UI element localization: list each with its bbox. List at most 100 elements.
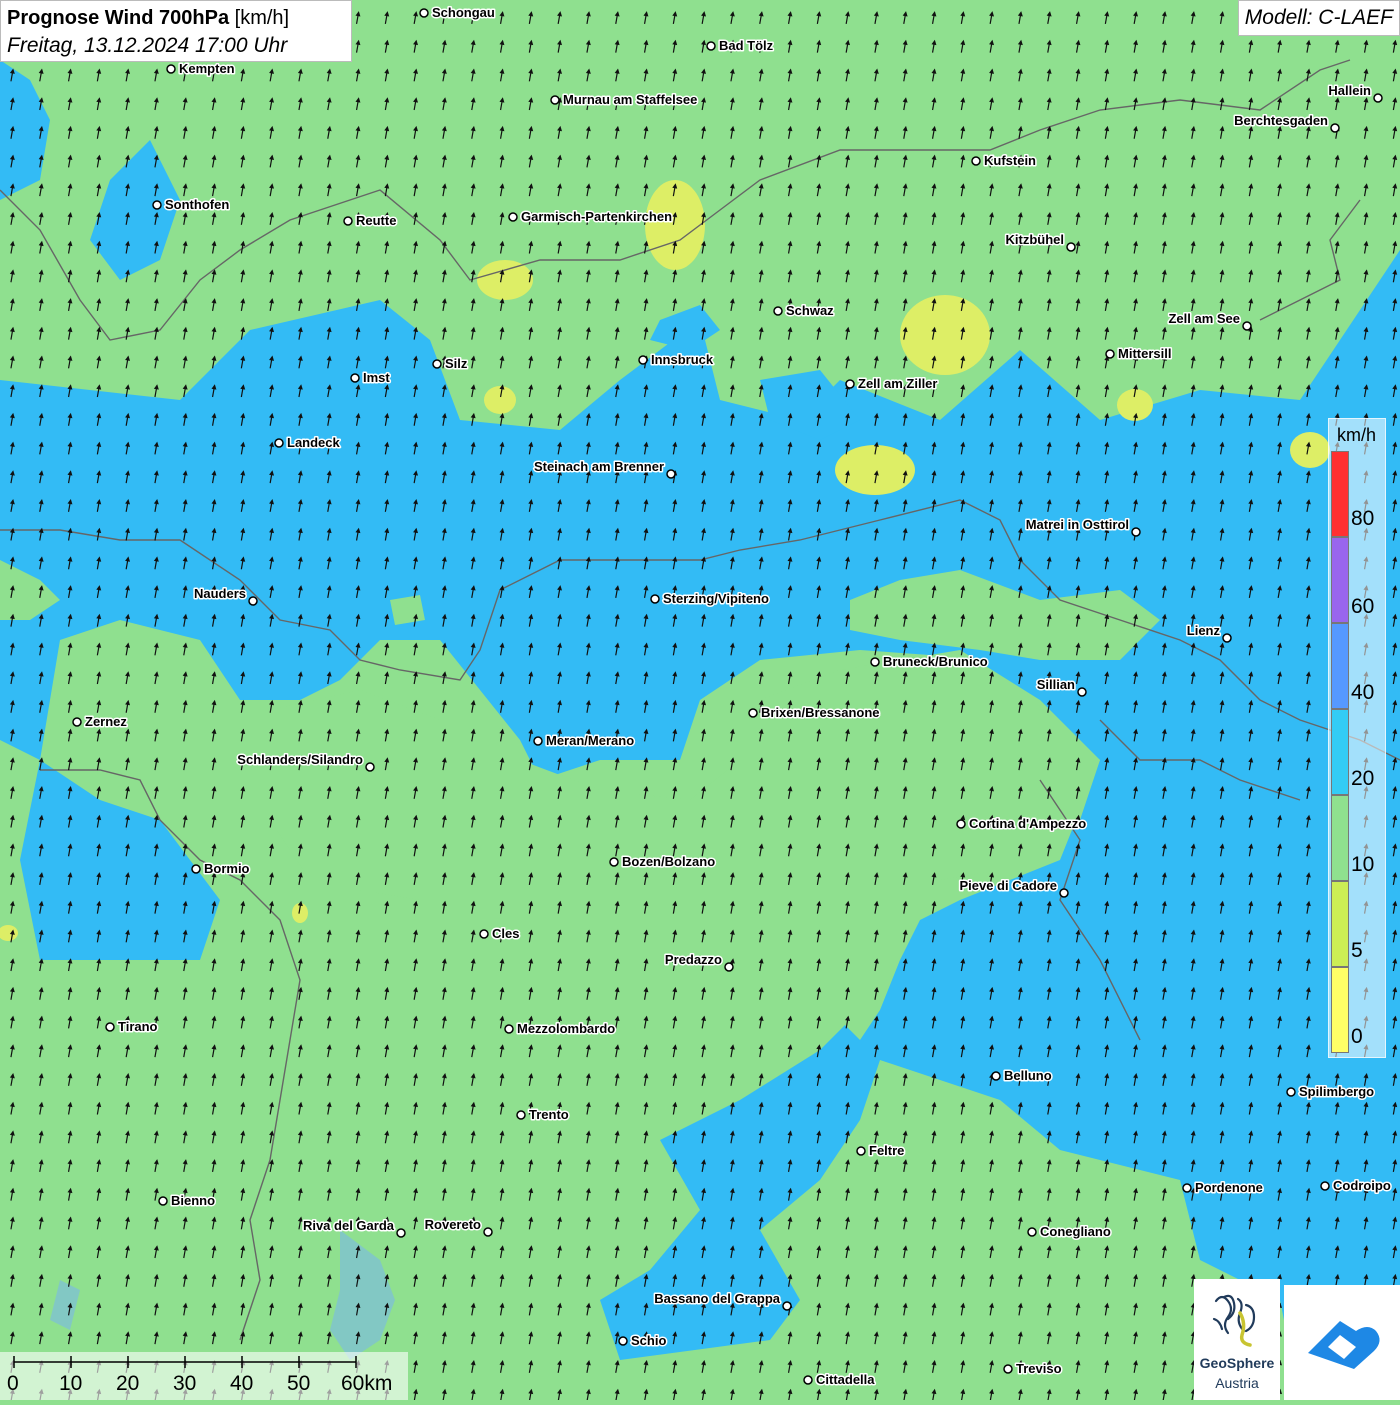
city-marker-icon	[1222, 633, 1232, 643]
legend-tick-5: 5	[1351, 939, 1363, 962]
city-marker-icon	[508, 212, 518, 222]
wind-map: Schongau Bad Tölz Kempten Murnau am Staffel…	[0, 0, 1400, 1400]
city-marker-icon	[504, 1024, 514, 1034]
scale-label-40: 40	[230, 1372, 254, 1395]
city-marker-icon	[1330, 123, 1340, 133]
city-marker-icon	[419, 8, 429, 18]
city-label: Feltre	[869, 1143, 904, 1158]
city-label: Steinach am Brenner	[534, 459, 664, 474]
city-label: Schio	[631, 1333, 666, 1348]
city-marker-icon	[666, 469, 676, 479]
geosphere-name: GeoSphere	[1199, 1355, 1275, 1371]
city-label: Kempten	[179, 61, 235, 76]
city-label: Kitzbühel	[1006, 232, 1065, 247]
legend-segment-40	[1331, 623, 1349, 709]
map-title-bold: Prognose Wind 700hPa	[7, 7, 230, 29]
legend-tick-40: 40	[1351, 681, 1375, 704]
city-marker-icon	[971, 156, 981, 166]
map-title: Prognose Wind 700hPa [km/h]	[7, 4, 345, 32]
city-marker-icon	[856, 1146, 866, 1156]
model-label: Modell: C-LAEF	[1237, 0, 1400, 36]
city-marker-icon	[72, 717, 82, 727]
city-marker-icon	[650, 594, 660, 604]
city-label: Zell am See	[1168, 311, 1240, 326]
city-label: Zell am Ziller	[858, 376, 937, 391]
legend-segment-5	[1331, 881, 1349, 967]
city-label: Landeck	[287, 435, 341, 450]
city-marker-icon	[748, 708, 758, 718]
city-label: Matrei in Osttirol	[1026, 517, 1129, 532]
city-label: Bruneck/Brunico	[883, 654, 988, 669]
city-marker-icon	[773, 306, 783, 316]
title-box: Prognose Wind 700hPa [km/h] Freitag, 13.…	[0, 0, 352, 62]
city-marker-icon	[1131, 527, 1141, 537]
city-brixen-bressanone: Brixen/Bressanone	[748, 704, 881, 722]
scale-label-0: 0	[7, 1372, 19, 1395]
city-marker-icon	[618, 1336, 628, 1346]
city-pordenone: Pordenone	[1182, 1179, 1264, 1197]
city-marker-icon	[479, 929, 489, 939]
city-label: Schongau	[432, 5, 495, 20]
city-marker-icon	[343, 216, 353, 226]
city-marker-icon	[1242, 321, 1252, 331]
city-marker-icon	[516, 1110, 526, 1120]
city-marker-icon	[706, 41, 716, 51]
city-label: Imst	[363, 370, 390, 385]
city-innsbruck: Innsbruck	[638, 351, 715, 369]
city-label: Kufstein	[984, 153, 1036, 168]
city-murnau-am-staffelsee: Murnau am Staffelsee	[550, 91, 699, 109]
city-label: Silz	[445, 356, 468, 371]
city-marker-icon	[158, 1196, 168, 1206]
city-marker-icon	[166, 64, 176, 74]
map-title-unit: [km/h]	[234, 7, 290, 29]
city-label: Hallein	[1328, 83, 1371, 98]
city-marker-icon	[1003, 1364, 1013, 1374]
legend-tick-20: 20	[1351, 767, 1375, 790]
city-label: Codroipo	[1333, 1178, 1391, 1193]
city-zell-am-ziller: Zell am Ziller	[845, 375, 939, 393]
city-label: Belluno	[1004, 1068, 1052, 1083]
city-marker-icon	[191, 864, 201, 874]
forecast-date: Freitag, 13.12.2024 17:00 Uhr	[7, 34, 288, 57]
city-label: Cles	[492, 926, 519, 941]
city-label: Schwaz	[786, 303, 834, 318]
legend-tick-10: 10	[1351, 853, 1375, 876]
scale-bar: 0 10 20 30 40 50 60km	[0, 1352, 408, 1400]
city-spilimbergo: Spilimbergo	[1286, 1083, 1376, 1101]
city-label: Bassano del Grappa	[654, 1291, 780, 1306]
scale-label-60km: 60km	[341, 1372, 393, 1395]
city-label: Bienno	[171, 1193, 215, 1208]
city-label: Nauders	[194, 586, 246, 601]
legend-segment-10	[1331, 795, 1349, 881]
city-marker-icon	[1182, 1183, 1192, 1193]
city-marker-icon	[1373, 93, 1383, 103]
city-label: Pordenone	[1195, 1180, 1263, 1195]
city-label: Sillian	[1037, 677, 1075, 692]
city-bruneck-brunico: Bruneck/Brunico	[870, 653, 989, 671]
city-cortina-d-ampezzo: Cortina d'Ampezzo	[956, 815, 1088, 833]
city-marker-icon	[550, 95, 560, 105]
city-sterzing-vipiteno: Sterzing/Vipiteno	[650, 590, 770, 608]
city-marker-icon	[274, 438, 284, 448]
legend-unit: km/h	[1337, 425, 1377, 445]
city-label: Bad Tölz	[719, 38, 774, 53]
city-label: Mittersill	[1118, 346, 1171, 361]
city-marker-icon	[248, 596, 258, 606]
city-marker-icon	[638, 355, 648, 365]
city-label: Cittadella	[816, 1372, 875, 1387]
city-label: Innsbruck	[651, 352, 714, 367]
legend-segment-0	[1331, 967, 1349, 1053]
weather-app-logo	[1284, 1285, 1400, 1400]
city-sonthofen: Sonthofen	[152, 196, 231, 214]
city-marker-icon	[1105, 349, 1115, 359]
city-marker-icon	[432, 359, 442, 369]
city-marker-icon	[365, 762, 375, 772]
city-marker-icon	[609, 857, 619, 867]
city-label: Meran/Merano	[546, 733, 634, 748]
city-bozen-bolzano: Bozen/Bolzano	[609, 853, 717, 871]
city-label: Murnau am Staffelsee	[563, 92, 697, 107]
city-label: Bormio	[204, 861, 250, 876]
city-label: Treviso	[1016, 1361, 1062, 1376]
scale-label-20: 20	[116, 1372, 140, 1395]
city-label: Rovereto	[425, 1217, 481, 1232]
